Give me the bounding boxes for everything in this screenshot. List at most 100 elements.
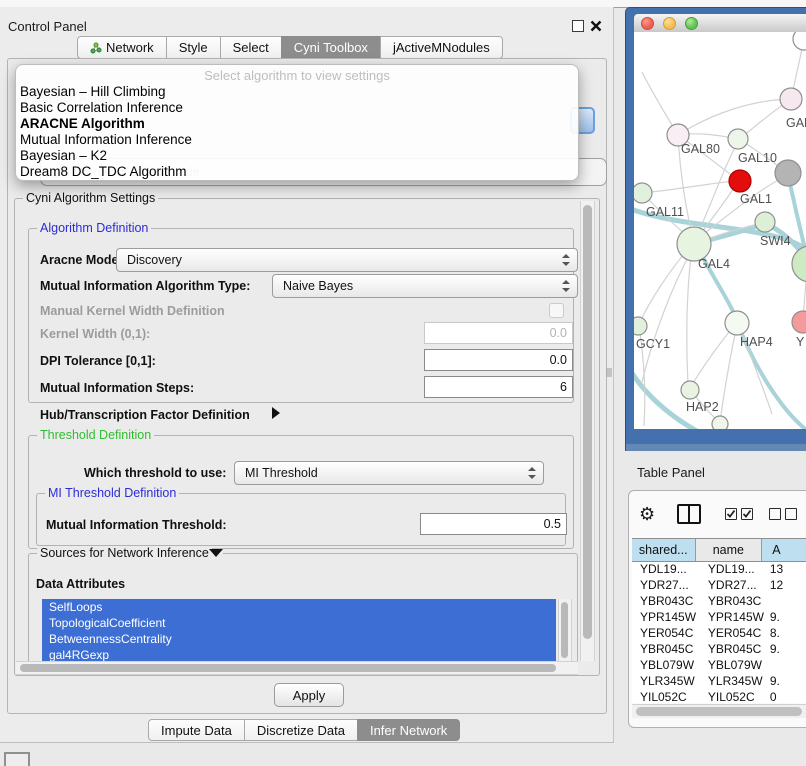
algorithm-definition-title: Algorithm Definition: [37, 221, 151, 235]
attribute-item-gal4rgexp[interactable]: gal4RGexp: [42, 647, 556, 662]
split-columns-icon[interactable]: [677, 504, 701, 524]
threshold-definition-title: Threshold Definition: [37, 428, 154, 442]
panel-title: Control Panel: [8, 19, 87, 34]
gear-icon[interactable]: ⚙: [639, 505, 655, 523]
node-bottom[interactable]: [712, 416, 728, 429]
node-label-gcy1: GCY1: [636, 337, 670, 351]
dropdown-item-aracne-algorithm[interactable]: ARACNE Algorithm: [20, 116, 192, 132]
attribute-item-selfloops[interactable]: SelfLoops: [42, 599, 556, 615]
node-gal11[interactable]: [634, 183, 652, 203]
which-threshold-combo[interactable]: MI Threshold: [234, 461, 544, 485]
aracne-mode-value: Discovery: [127, 253, 182, 267]
table-toolbar: ⚙: [639, 501, 806, 527]
mi-type-combo[interactable]: Naive Bayes: [272, 274, 578, 298]
node-pink-top[interactable]: [780, 88, 802, 110]
tab-impute-data[interactable]: Impute Data: [148, 719, 245, 741]
horizontal-scrollbar[interactable]: [16, 661, 578, 675]
mi-steps-field[interactable]: 6: [424, 376, 573, 398]
tab-select[interactable]: Select: [220, 36, 282, 59]
vertical-scrollbar[interactable]: [580, 201, 595, 661]
node-gal10[interactable]: [728, 129, 748, 149]
node-label-gal10: GAL10: [738, 151, 777, 165]
minimize-traffic-light[interactable]: [663, 17, 676, 30]
node-red[interactable]: [729, 170, 751, 192]
tab-style[interactable]: Style: [166, 36, 221, 59]
aracne-mode-label: Aracne Mode:: [40, 253, 123, 267]
table-cell: YPR145W: [696, 610, 764, 626]
floating-window-icon[interactable]: [4, 752, 30, 766]
tab-discretize-data[interactable]: Discretize Data: [244, 719, 358, 741]
node-label-gal: GAL: [786, 116, 806, 130]
table-cell: YIL052C: [632, 690, 696, 703]
node-gal4[interactable]: [677, 227, 711, 261]
table-panel-title: Table Panel: [637, 465, 705, 480]
attributes-scrollbar[interactable]: [558, 599, 572, 662]
collapse-arrow-icon[interactable]: [209, 549, 223, 557]
panel-divider-handle[interactable]: [606, 368, 612, 377]
mi-threshold-field[interactable]: 0.5: [420, 513, 567, 535]
node-gcy1[interactable]: [634, 317, 647, 335]
manual-kernel-checkbox[interactable]: [549, 303, 564, 318]
node-big-right[interactable]: [792, 246, 806, 282]
table-horizontal-scrollbar[interactable]: [632, 704, 806, 718]
node-hap4[interactable]: [725, 311, 749, 335]
table-row[interactable]: YBL079WYBL079W: [632, 658, 806, 674]
tab-infer-network[interactable]: Infer Network: [357, 719, 460, 741]
column-header-name[interactable]: name: [696, 539, 763, 561]
dropdown-item-bayesian-hill-climbing[interactable]: Bayesian – Hill Climbing: [20, 84, 192, 100]
dropdown-item-basic-correlation-inference[interactable]: Basic Correlation Inference: [20, 100, 192, 116]
checked-boxes-icon[interactable]: [725, 508, 753, 520]
float-window-icon[interactable]: [572, 20, 584, 32]
hub-definition-label: Hub/Transcription Factor Definition: [40, 408, 250, 422]
table-cell: YIL052C: [696, 690, 764, 703]
network-window-titlebar[interactable]: [634, 14, 806, 33]
dropdown-item-bayesian-k2[interactable]: Bayesian – K2: [20, 148, 192, 164]
apply-button[interactable]: Apply: [274, 683, 344, 707]
attribute-item-betweennesscentrality[interactable]: BetweennessCentrality: [42, 631, 556, 647]
node-hap2[interactable]: [681, 381, 699, 399]
tab-cyni-toolbox[interactable]: Cyni Toolbox: [281, 36, 381, 59]
tab-label: Style: [179, 40, 208, 55]
data-attributes-list: SelfLoopsTopologicalCoefficientBetweenne…: [42, 599, 556, 662]
close-icon[interactable]: [590, 20, 602, 32]
close-traffic-light[interactable]: [641, 17, 654, 30]
table-row[interactable]: YER054CYER054C8.: [632, 626, 806, 642]
tab-jactivemnodules[interactable]: jActiveMNodules: [380, 36, 503, 59]
node-salmon[interactable]: [792, 311, 806, 333]
dropdown-item-dream8-dc-tdc-algorithm[interactable]: Dream8 DC_TDC Algorithm: [20, 164, 192, 180]
unchecked-boxes-icon[interactable]: [769, 508, 797, 520]
table-row[interactable]: YBR043CYBR043C: [632, 594, 806, 610]
table-row[interactable]: YPR145WYPR145W9.: [632, 610, 806, 626]
tab-network[interactable]: Network: [77, 36, 167, 59]
zoom-traffic-light[interactable]: [685, 17, 698, 30]
mi-threshold-title: MI Threshold Definition: [45, 486, 179, 500]
column-header-a[interactable]: A: [762, 539, 806, 561]
expand-arrow-icon[interactable]: [272, 407, 280, 419]
network-edge: [687, 248, 692, 384]
node-swi4[interactable]: [755, 212, 775, 232]
tab-label: Network: [106, 40, 154, 55]
table-row[interactable]: YDL19...YDL19...13: [632, 562, 806, 578]
node-label-gal1: GAL1: [740, 192, 772, 206]
network-canvas[interactable]: GALGAL80GAL10GAL1GAL11SWI4GAL4GCY1HAP4YH…: [634, 32, 806, 429]
dpi-tolerance-field[interactable]: 0.0: [424, 349, 573, 371]
kernel-width-field[interactable]: 0.0: [424, 322, 573, 344]
node-gray[interactable]: [775, 160, 801, 186]
table-cell: YPR145W: [632, 610, 696, 626]
dropdown-item-mutual-information-inference[interactable]: Mutual Information Inference: [20, 132, 192, 148]
node-label-gal4: GAL4: [698, 257, 730, 271]
table-cell: YDR27...: [632, 578, 696, 594]
data-attributes-label: Data Attributes: [36, 577, 125, 591]
table-cell: YBR045C: [632, 642, 696, 658]
table-row[interactable]: YLR345WYLR345W9.: [632, 674, 806, 690]
table-row[interactable]: YBR045CYBR045C9.: [632, 642, 806, 658]
table-cell: 9.: [764, 674, 806, 690]
table-row[interactable]: YIL052CYIL052C0: [632, 690, 806, 703]
table-cell: YER054C: [696, 626, 764, 642]
attribute-item-topologicalcoefficient[interactable]: TopologicalCoefficient: [42, 615, 556, 631]
column-header-shared-[interactable]: shared...: [632, 539, 696, 561]
table-row[interactable]: YDR27...YDR27...12: [632, 578, 806, 594]
tab-label: Select: [233, 40, 269, 55]
node-top-right[interactable]: [793, 32, 806, 50]
aracne-mode-combo[interactable]: Discovery: [116, 248, 578, 272]
